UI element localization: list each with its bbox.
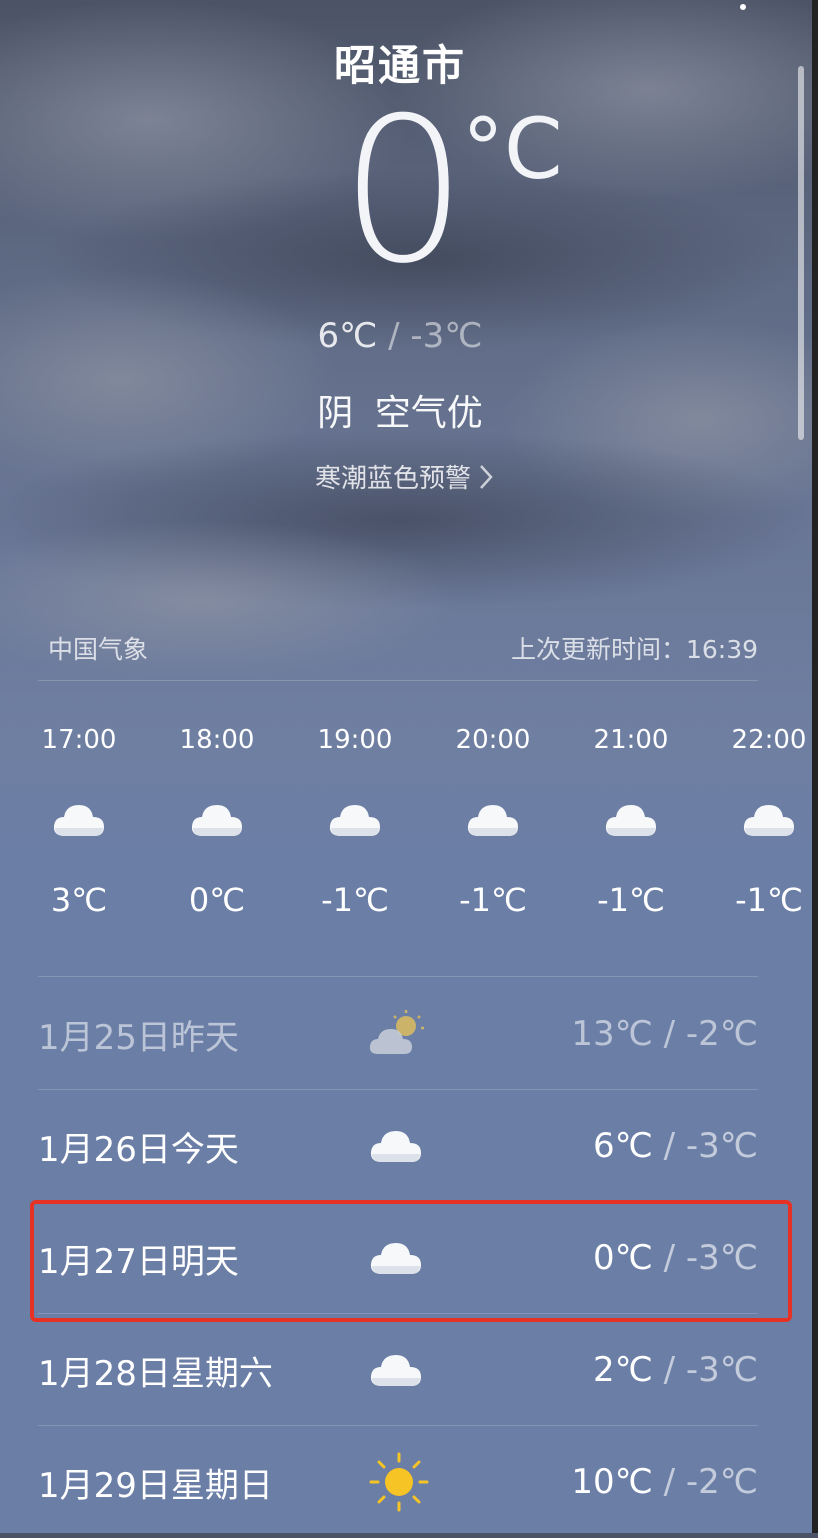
hour-time: 20:00 [455, 725, 531, 755]
cloud-icon [286, 760, 424, 880]
range-separator: / [663, 1462, 676, 1502]
daily-row-saturday[interactable]: 1月28日星期六 2℃ / -3℃ [38, 1314, 758, 1426]
range-separator: / [663, 1014, 676, 1054]
hour-time: 21:00 [593, 725, 669, 755]
daily-range: 10℃ / -2℃ [571, 1462, 758, 1502]
hour-temp: -1℃ [459, 881, 527, 919]
daily-row-today[interactable]: 1月26日今天 6℃ / -3℃ [38, 1090, 758, 1202]
cloud-icon [368, 1350, 488, 1390]
hour-item: 17:00 3℃ [10, 720, 148, 920]
hour-time: 18:00 [179, 725, 255, 755]
cloud-icon [148, 760, 286, 880]
temperature-unit: °C [462, 100, 563, 198]
daily-range: 13℃ / -2℃ [571, 1014, 758, 1054]
hour-time: 22:00 [731, 725, 807, 755]
daily-date: 1月26日今天 [38, 1129, 239, 1170]
partly-cloudy-icon [368, 1008, 488, 1060]
daily-low: -2℃ [685, 1014, 758, 1054]
daily-low: -3℃ [685, 1350, 758, 1390]
hour-time: 19:00 [317, 725, 393, 755]
range-separator: / [388, 316, 400, 356]
air-quality[interactable]: 空气优 [375, 393, 483, 434]
today-range: 6℃ / -3℃ [0, 316, 800, 356]
weather-alert[interactable]: 寒潮蓝色预警 [315, 458, 495, 495]
daily-low: -2℃ [685, 1462, 758, 1502]
chevron-right-icon [480, 464, 493, 489]
daily-high: 2℃ [592, 1350, 653, 1390]
hour-time: 17:00 [41, 725, 117, 755]
hour-item: 21:00 -1℃ [562, 720, 700, 920]
today-high: 6℃ [317, 316, 378, 356]
daily-high: 10℃ [571, 1462, 653, 1502]
hour-item: 22:00 -1℃ [700, 720, 818, 920]
daily-row-yesterday[interactable]: 1月25日昨天 13℃ / -2℃ [38, 978, 758, 1090]
hour-item: 19:00 -1℃ [286, 720, 424, 920]
cloud-icon [10, 760, 148, 880]
status-dot [740, 4, 746, 10]
daily-date: 1月28日星期六 [38, 1353, 273, 1394]
hour-temp: -1℃ [321, 881, 389, 919]
hour-temp: -1℃ [597, 881, 665, 919]
weather-condition: 阴 [317, 393, 354, 434]
cloud-icon [700, 760, 818, 880]
condition-line: 阴 空气优 [0, 384, 800, 436]
hour-item: 18:00 0℃ [148, 720, 286, 920]
daily-range: 6℃ / -3℃ [593, 1126, 758, 1166]
hourly-forecast[interactable]: 17:00 3℃ 18:00 0℃ 19:00 -1℃ 20:00 -1℃ 21… [10, 720, 818, 960]
cloud-icon [424, 760, 562, 880]
alert-text: 寒潮蓝色预警 [315, 464, 472, 494]
range-separator: / [663, 1126, 676, 1166]
hour-temp: 0℃ [188, 881, 246, 919]
daily-high: 13℃ [571, 1014, 653, 1054]
daily-low: -3℃ [685, 1126, 758, 1166]
hour-temp: 3℃ [50, 881, 108, 919]
daily-date: 1月29日星期日 [38, 1465, 273, 1506]
daily-row-sunday[interactable]: 1月29日星期日 10℃ / -2℃ [38, 1426, 758, 1538]
daily-date: 1月25日昨天 [38, 1017, 239, 1058]
today-low: -3℃ [410, 316, 483, 356]
last-updated: 上次更新时间：16:39 [510, 635, 758, 664]
daily-range: 2℃ / -3℃ [593, 1350, 758, 1390]
hour-temp: -1℃ [735, 881, 803, 919]
divider [38, 976, 758, 977]
sun-icon [368, 1451, 488, 1513]
cloud-icon [562, 760, 700, 880]
divider [38, 680, 758, 681]
cloud-icon [368, 1126, 488, 1166]
range-separator: / [663, 1350, 676, 1390]
current-temperature: 0 [340, 75, 468, 308]
daily-high: 6℃ [592, 1126, 653, 1166]
highlight-box [30, 1200, 792, 1322]
hour-item: 20:00 -1℃ [424, 720, 562, 920]
data-source: 中国气象 [48, 635, 149, 664]
